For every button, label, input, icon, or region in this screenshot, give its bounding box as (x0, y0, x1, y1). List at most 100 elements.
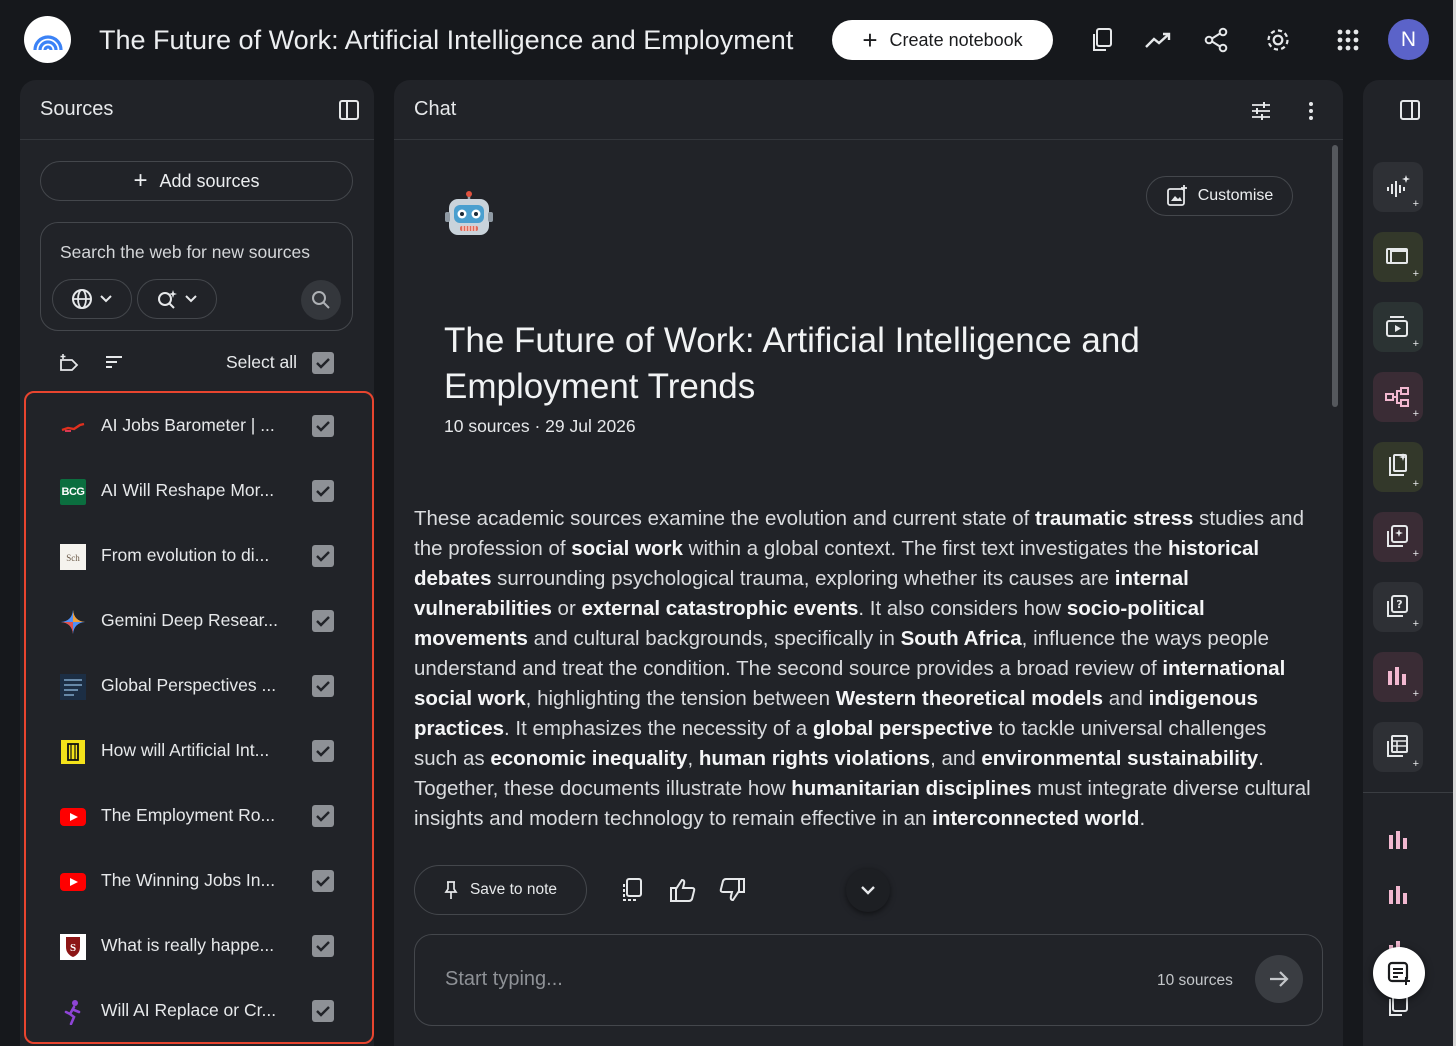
saved-infographic-icon[interactable] (1383, 825, 1413, 855)
avatar[interactable]: N (1388, 19, 1429, 60)
more-vert-icon[interactable] (1298, 98, 1324, 124)
chat-scrollbar[interactable] (1332, 145, 1338, 407)
svg-text:?: ? (1396, 598, 1402, 611)
search-input[interactable]: Search the web for new sources (60, 242, 310, 263)
research-mode-dropdown[interactable] (137, 279, 217, 319)
reports-button[interactable]: + (1373, 442, 1423, 492)
source-checkbox[interactable] (312, 480, 334, 502)
send-button[interactable] (1255, 955, 1303, 1003)
plus-icon: + (1412, 688, 1419, 700)
web-search-box[interactable]: Search the web for new sources (40, 222, 353, 331)
discover-sources-icon[interactable] (58, 352, 82, 376)
notebook-meta: 10 sources · 29 Jul 2026 (444, 416, 636, 436)
analytics-icon[interactable] (1140, 22, 1176, 58)
source-checkbox[interactable] (312, 610, 334, 632)
summary-text: within a global context. The first text … (682, 537, 1168, 560)
source-item[interactable]: AI Jobs Barometer | ... (26, 393, 372, 458)
source-checkbox[interactable] (312, 675, 334, 697)
youtube-icon (60, 804, 86, 830)
source-item[interactable]: The Winning Jobs In... (26, 848, 372, 913)
source-item-label: What is really happe... (101, 935, 275, 955)
plus-icon: + (133, 167, 148, 194)
svg-text:Sch: Sch (66, 553, 80, 563)
customise-button[interactable]: Customise (1146, 176, 1293, 216)
chat-input-box[interactable]: Start typing... 10 sources (414, 934, 1323, 1026)
source-item-label: The Winning Jobs In... (101, 870, 276, 890)
video-overview-button[interactable]: + (1373, 302, 1423, 352)
source-item[interactable]: Will AI Replace or Cr... (26, 978, 372, 1043)
audio-overview-button[interactable]: + (1373, 162, 1423, 212)
checkmark-icon (316, 421, 330, 432)
customise-label: Customise (1197, 187, 1274, 204)
add-note-button[interactable] (1373, 947, 1425, 999)
saved-infographic-icon[interactable] (1383, 880, 1413, 910)
summary-text: surrounding psychological trauma, explor… (491, 567, 1115, 590)
chevron-down-icon (100, 295, 112, 303)
chevron-down-icon (861, 886, 875, 895)
source-item[interactable]: Global Perspectives ... (26, 653, 372, 718)
sort-icon[interactable] (104, 352, 128, 376)
save-to-note-button[interactable]: Save to note (414, 865, 587, 915)
copy-icon[interactable] (1084, 22, 1120, 58)
infographic-button[interactable]: + (1373, 652, 1423, 702)
source-item[interactable]: How will Artificial Int... (26, 718, 372, 783)
checkmark-icon (316, 941, 330, 952)
add-sources-label: Add sources (159, 170, 260, 191)
chat-input[interactable]: Start typing... (445, 968, 563, 991)
note-add-icon (1387, 961, 1410, 985)
create-notebook-button[interactable]: + Create notebook (832, 20, 1053, 60)
source-checkbox[interactable] (312, 740, 334, 762)
thumbs-down-icon[interactable] (717, 875, 747, 905)
plus-icon: + (1412, 548, 1419, 560)
source-item[interactable]: Sch From evolution to di... (26, 523, 372, 588)
collapse-panel-icon[interactable] (338, 99, 362, 123)
checkmark-icon (316, 486, 330, 497)
robot-emoji-icon (444, 190, 494, 240)
source-checkbox[interactable] (312, 935, 334, 957)
summary-text: , (687, 747, 699, 770)
checkmark-icon (316, 876, 330, 887)
slide-deck-button[interactable]: + (1373, 232, 1423, 282)
flashcards-button[interactable]: + (1373, 512, 1423, 562)
copy-response-icon[interactable] (617, 875, 647, 905)
globe-icon (72, 289, 92, 309)
source-checkbox[interactable] (312, 1000, 334, 1022)
summary-keyword: South Africa (900, 627, 1022, 650)
source-checkbox[interactable] (312, 545, 334, 567)
source-item[interactable]: Gemini Deep Resear... (26, 588, 372, 653)
plus-icon: + (1412, 618, 1419, 630)
chat-options-icon[interactable] (1248, 98, 1274, 124)
expand-panel-icon[interactable] (1399, 99, 1423, 123)
source-checkbox[interactable] (312, 415, 334, 437)
add-sources-button[interactable]: + Add sources (40, 161, 353, 201)
search-submit-button[interactable] (301, 280, 341, 320)
source-item[interactable]: The Employment Ro... (26, 783, 372, 848)
quiz-button[interactable]: ? + (1373, 582, 1423, 632)
source-item[interactable]: BCG AI Will Reshape Mor... (26, 458, 372, 523)
source-item[interactable]: S What is really happe... (26, 913, 372, 978)
mind-map-button[interactable]: + (1373, 372, 1423, 422)
share-icon[interactable] (1198, 22, 1234, 58)
select-all-checkbox[interactable] (312, 352, 334, 374)
notebook-title[interactable]: The Future of Work: Artificial Intellige… (99, 22, 807, 58)
settings-icon[interactable] (1260, 22, 1296, 58)
apps-grid-icon[interactable] (1330, 22, 1366, 58)
bcg-logo-icon: BCG (60, 479, 86, 505)
studio-panel: + + + + + +? + + + (1363, 80, 1453, 1046)
source-checkbox[interactable] (312, 805, 334, 827)
image-edit-icon (1166, 185, 1187, 206)
youtube-icon (60, 869, 86, 895)
plus-icon: + (1412, 198, 1419, 210)
checkmark-icon (316, 358, 330, 369)
input-source-count: 10 sources (1157, 972, 1233, 989)
notebooklm-logo[interactable] (24, 16, 71, 63)
thumbs-up-icon[interactable] (668, 875, 698, 905)
source-checkbox[interactable] (312, 870, 334, 892)
data-table-button[interactable]: + (1373, 722, 1423, 772)
checkmark-icon (316, 746, 330, 757)
summary-text: . It emphasizes the necessity of a (504, 717, 813, 740)
scroll-down-button[interactable] (846, 868, 890, 912)
web-source-dropdown[interactable] (52, 279, 132, 319)
chat-header: Chat (394, 80, 1343, 140)
infographic-icon (1388, 667, 1406, 685)
